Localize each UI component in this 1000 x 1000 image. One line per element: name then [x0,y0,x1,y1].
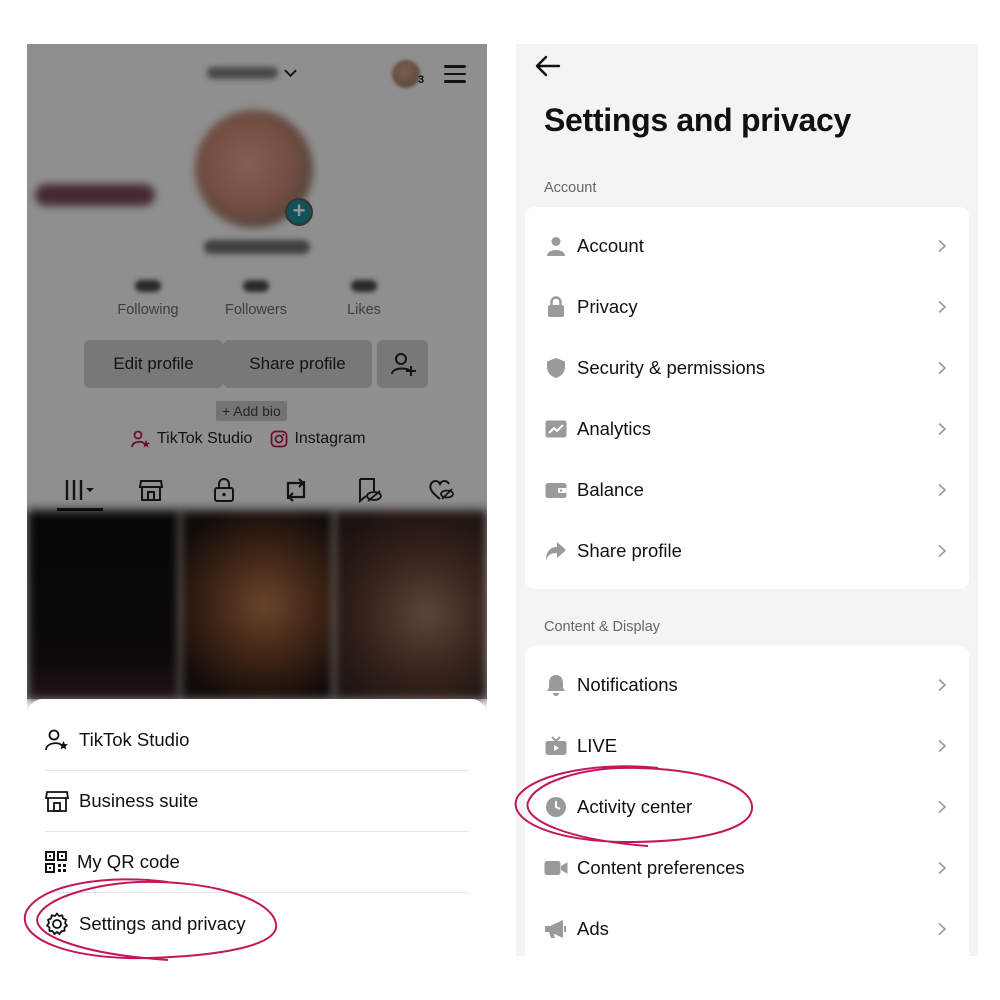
share-arrow-icon [546,541,566,560]
sheet-item-tiktok-studio[interactable]: TikTok Studio [45,709,469,771]
qr-code-icon [45,851,67,873]
settings-item-account[interactable]: Account [525,215,969,276]
page-title: Settings and privacy [544,102,851,138]
bell-icon [547,674,565,696]
settings-item-content-preferences[interactable]: Content preferences [525,837,969,898]
settings-item-ads[interactable]: Ads [525,898,969,956]
settings-item-analytics[interactable]: Analytics [525,398,969,459]
settings-item-security-permissions[interactable]: Security & permissions [525,337,969,398]
chevron-right-icon [938,861,947,874]
chevron-right-icon [938,300,947,313]
section-label-content-display: Content & Display [544,619,661,635]
chevron-right-icon [938,239,947,252]
settings-item-label: Privacy [577,295,638,317]
settings-item-privacy[interactable]: Privacy [525,276,969,337]
lock-icon [548,295,564,317]
settings-item-balance[interactable]: Balance [525,459,969,520]
sheet-item-label: Settings and privacy [79,913,246,934]
section-label-account: Account [544,180,597,196]
wallet-icon [545,482,567,498]
settings-item-label: Security & permissions [577,356,766,378]
settings-item-label: Content preferences [577,856,745,878]
menu-bottom-sheet: TikTok Studio Business suite My QR code … [27,699,487,956]
store-icon [45,791,69,812]
chevron-right-icon [938,483,947,496]
settings-item-notifications[interactable]: Notifications [525,654,969,715]
video-icon [544,860,568,875]
content-display-card: Notifications LIVE Activity center Conte… [525,646,969,956]
chevron-right-icon [938,922,947,935]
sheet-item-business-suite[interactable]: Business suite [45,770,469,832]
chevron-right-icon [938,678,947,691]
profile-screen: 3 + Following Followers Likes Edit profi… [27,44,487,956]
settings-item-label: LIVE [577,734,618,756]
sheet-item-label: Business suite [79,790,199,811]
clock-icon [546,796,566,817]
settings-item-label: Activity center [577,795,693,817]
settings-item-activity-center[interactable]: Activity center [525,776,969,837]
settings-item-label: Account [577,234,644,256]
gear-icon [46,912,68,935]
person-star-icon [45,729,68,751]
back-arrow-icon[interactable] [534,52,562,80]
dim-overlay[interactable] [27,44,487,699]
chevron-right-icon [938,422,947,435]
sheet-item-label: My QR code [77,851,180,872]
settings-item-label: Balance [577,478,644,500]
account-settings-card: Account Privacy Security & permissions A… [525,207,969,589]
settings-item-live[interactable]: LIVE [525,715,969,776]
chevron-right-icon [938,800,947,813]
settings-item-share-profile[interactable]: Share profile [525,520,969,581]
person-icon [547,236,565,256]
chevron-right-icon [938,361,947,374]
settings-item-label: Notifications [577,673,678,695]
settings-screen: Settings and privacy Account Account Pri… [516,44,978,956]
chevron-right-icon [938,544,947,557]
sheet-item-settings-and-privacy[interactable]: Settings and privacy [45,893,469,955]
shield-icon [547,357,565,378]
tv-icon [545,735,567,755]
sheet-item-qr-code[interactable]: My QR code [45,831,469,893]
settings-item-label: Analytics [577,417,652,439]
megaphone-icon [545,919,566,938]
chevron-right-icon [938,739,947,752]
sheet-item-label: TikTok Studio [79,729,190,750]
analytics-icon [545,420,567,437]
settings-item-label: Share profile [577,539,682,561]
settings-item-label: Ads [577,917,609,939]
